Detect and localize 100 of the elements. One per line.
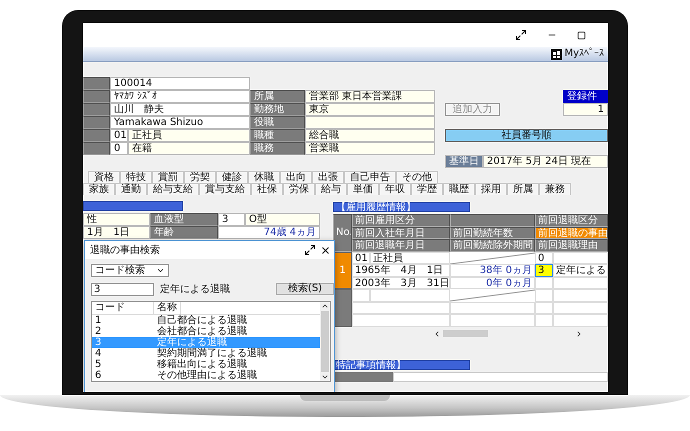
tab[interactable]: 兼務 — [539, 183, 571, 195]
text-field[interactable]: ﾔﾏｶﾜ ｼｽﾞｵ — [110, 90, 250, 103]
table-cell — [553, 314, 608, 326]
table-cell — [553, 252, 608, 264]
table-cell: 定年による — [553, 264, 608, 276]
sort-order-button[interactable]: 社員番号順 — [445, 129, 608, 142]
tab[interactable]: 所属 — [507, 183, 539, 195]
column-header: 前回勤続年数 — [450, 226, 535, 239]
table-cell — [553, 302, 608, 314]
tab[interactable]: 賞罰 — [152, 171, 184, 183]
field-value: 在籍 — [128, 142, 250, 155]
code-input-field[interactable]: 3 — [91, 282, 154, 296]
code-cell[interactable]: 3 — [535, 264, 553, 276]
field-value: 営業職 — [305, 142, 435, 155]
scroll-left-icon[interactable] — [433, 330, 441, 338]
field-value: O型 — [245, 213, 320, 226]
column-header: 前回退職区分 — [535, 214, 608, 226]
field-label — [333, 372, 393, 382]
tab[interactable]: 社保 — [251, 183, 283, 195]
field-label: 勤務地 — [250, 103, 305, 116]
field-label: 職務 — [250, 142, 305, 155]
column-header: 前回退職年月日 — [352, 239, 450, 252]
tab[interactable]: 休職 — [248, 171, 280, 183]
field-label — [83, 142, 110, 155]
scroll-down-icon[interactable] — [321, 373, 329, 381]
field-value: 正社員 — [128, 129, 250, 142]
field-label — [83, 77, 110, 90]
table-cell: 1965年 4月 1日 — [352, 264, 450, 276]
count-value: 1 — [563, 103, 608, 116]
column-header: 前回退職理由 — [535, 239, 608, 252]
table-cell: 38年 0ヵ月 — [450, 264, 535, 276]
count-header: 登録件 — [563, 90, 608, 103]
code-field[interactable]: 3 — [218, 213, 245, 226]
code-field[interactable]: 0 — [110, 142, 128, 155]
table-cell — [553, 276, 608, 289]
search-button[interactable]: 検索(S) — [276, 283, 334, 295]
expand-icon[interactable] — [515, 29, 527, 41]
tab[interactable]: 健診 — [216, 171, 248, 183]
text-field[interactable]: 山川 静夫 — [110, 103, 250, 116]
field-label — [83, 116, 110, 129]
table-cell: 2003年 3月 31日 — [352, 276, 450, 289]
table-cell — [352, 289, 370, 302]
field-label — [83, 129, 110, 142]
tab[interactable]: 労保 — [283, 183, 315, 195]
tab[interactable]: 特技 — [120, 171, 152, 183]
window-icon — [551, 48, 562, 60]
column-header: 前回雇用区分 — [352, 214, 450, 226]
maximize-icon[interactable] — [577, 30, 586, 40]
tab[interactable]: 単価 — [347, 183, 379, 195]
field-value: 74歳 4ヵ月 — [218, 226, 320, 239]
tab[interactable]: 採用 — [475, 183, 507, 195]
tab[interactable]: 給与支給 — [147, 183, 199, 195]
scroll-up-icon[interactable] — [321, 302, 329, 310]
tab[interactable]: 家族 — [83, 183, 115, 195]
myspace-button[interactable]: Myｽﾍﾟｰｽ — [551, 48, 604, 60]
column-header: 前回退職の事由 — [535, 226, 608, 239]
table-cell — [535, 302, 553, 314]
tab[interactable]: 職歴 — [443, 183, 475, 195]
code-field[interactable]: 01 — [110, 129, 128, 142]
employee-code-field[interactable]: 100014 — [110, 77, 250, 90]
table-cell: 正社員 — [370, 252, 450, 264]
expand-icon[interactable] — [304, 244, 316, 256]
text-field[interactable] — [393, 372, 608, 382]
tab[interactable]: 出張 — [312, 171, 344, 183]
horizontal-scrollbar[interactable] — [433, 328, 583, 338]
tab[interactable]: 資格 — [88, 171, 120, 183]
field-value: 総合職 — [305, 129, 435, 142]
tab[interactable]: 出向 — [280, 171, 312, 183]
field-label: 年齢 — [150, 226, 218, 239]
dialog-title: 退職の事由検索 — [90, 244, 161, 257]
field-value: 性 — [83, 213, 150, 226]
field-label — [83, 90, 110, 103]
table-cell — [553, 289, 608, 302]
tab[interactable]: 労契 — [184, 171, 216, 183]
result-name: 定年による退職 — [160, 282, 231, 296]
scroll-right-icon[interactable] — [575, 330, 583, 338]
tab[interactable]: 年収 — [379, 183, 411, 195]
close-icon[interactable] — [320, 244, 331, 256]
column-header: 前回入社年月日 — [352, 226, 450, 239]
search-mode-dropdown[interactable]: コード検索 — [91, 264, 169, 277]
table-cell — [535, 314, 553, 326]
code-cell[interactable]: 0 — [535, 252, 553, 264]
column-header: 名称 — [154, 302, 181, 314]
section-header: 特記事項情報】 — [333, 360, 470, 370]
tab[interactable]: 給与 — [315, 183, 347, 195]
tab[interactable]: 自己申告 — [344, 171, 396, 183]
base-date-value: 2017年 5月 24日 現在 — [483, 155, 608, 168]
table-cell: 01 — [352, 252, 370, 264]
field-label: 役職 — [250, 116, 305, 129]
tab[interactable]: 賞与支給 — [199, 183, 251, 195]
column-header: 前回勤続除外期間 — [450, 239, 535, 252]
column-header: コード — [92, 302, 154, 314]
tab[interactable]: その他 — [396, 171, 438, 183]
tab[interactable]: 通勤 — [115, 183, 147, 195]
field-label: 職種 — [250, 129, 305, 142]
tab[interactable]: 学歴 — [411, 183, 443, 195]
text-field[interactable]: Yamakawa Shizuo — [110, 116, 250, 129]
code-cell[interactable] — [535, 276, 553, 289]
table-cell: 0年 0ヵ月 — [450, 276, 535, 289]
vertical-scrollbar[interactable] — [320, 302, 330, 381]
